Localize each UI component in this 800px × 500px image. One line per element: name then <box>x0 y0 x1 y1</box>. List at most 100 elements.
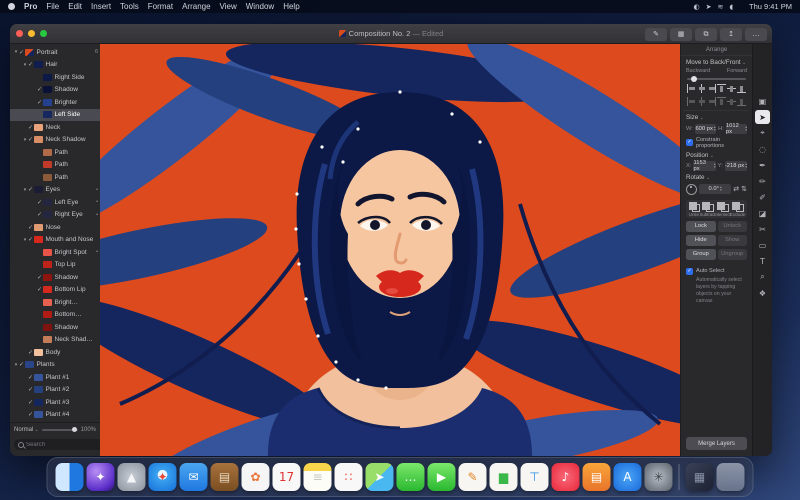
text-tool[interactable]: T <box>755 254 770 268</box>
auto-select-checkbox[interactable]: ✓ <box>686 268 693 275</box>
layer-row[interactable]: ✓ Path <box>10 146 100 159</box>
size-header[interactable]: Size <box>686 114 747 121</box>
layer-row[interactable]: ✓ Plant #3 <box>10 396 100 409</box>
zoom-button[interactable] <box>40 30 47 37</box>
menu-item[interactable]: Format <box>148 2 173 11</box>
width-stepper[interactable] <box>714 126 716 132</box>
width-field[interactable]: 600 px <box>695 124 716 134</box>
dock-reminders[interactable]: ∷ <box>335 463 363 491</box>
action-secondary-button[interactable]: Unlock <box>718 221 748 232</box>
dock-siri[interactable]: ✦ <box>87 463 115 491</box>
distribute-left-icon[interactable] <box>687 97 696 106</box>
layer-row[interactable]: ✓ Bright Spot • <box>10 246 100 259</box>
align-right-icon[interactable] <box>707 84 716 93</box>
layer-row[interactable]: ✓ Shadow <box>10 84 100 97</box>
y-field[interactable]: -218 px <box>725 161 747 171</box>
selection-tool[interactable]: ➤ <box>755 110 770 124</box>
distribute-right-icon[interactable] <box>707 97 716 106</box>
distribute-middle-icon[interactable] <box>727 97 736 106</box>
dock-calendar[interactable]: 17 <box>273 463 301 491</box>
dock-maps[interactable]: ➤ <box>366 463 394 491</box>
wifi-icon[interactable]: ≋ <box>717 3 723 11</box>
dock-photos[interactable]: ✿ <box>242 463 270 491</box>
x-stepper[interactable] <box>714 163 716 169</box>
layer-row[interactable]: ▾ ✓ Neck Shadow <box>10 134 100 147</box>
merge-layers-button[interactable]: Merge Layers <box>686 437 747 450</box>
dock-pages[interactable]: ✎ <box>459 463 487 491</box>
menu-item[interactable]: Edit <box>68 2 82 11</box>
dock-numbers[interactable]: ▆ <box>490 463 518 491</box>
layer-row[interactable]: ✓ Neck <box>10 121 100 134</box>
dock-safari[interactable]: ✦ <box>149 463 177 491</box>
layer-row[interactable]: ✓ Top Lip <box>10 259 100 272</box>
align-middle-icon[interactable] <box>727 84 736 93</box>
action-secondary-button[interactable]: Show <box>718 235 748 246</box>
siri-icon[interactable]: ◐ <box>693 3 699 11</box>
volume-icon[interactable]: ◖ <box>729 3 733 11</box>
x-field[interactable]: 1153 px <box>693 161 715 171</box>
hand-tool[interactable]: ❖ <box>755 286 770 300</box>
layer-row[interactable]: ✓ Shadow <box>10 321 100 334</box>
align-top-icon[interactable] <box>717 84 726 93</box>
boolean-op-button[interactable]: Subtract <box>700 202 715 217</box>
layer-row[interactable]: ✓ Right Eye • <box>10 209 100 222</box>
layer-row[interactable]: ✓ Bottom Lip <box>10 284 100 297</box>
search-box[interactable] <box>14 439 108 450</box>
distribute-bottom-icon[interactable] <box>737 97 746 106</box>
menu-item[interactable]: Tools <box>120 2 139 11</box>
share-button[interactable]: ↥ <box>720 28 742 41</box>
layout-button[interactable]: ▦ <box>670 28 692 41</box>
preview-button[interactable]: ⧉ <box>695 28 717 41</box>
minimize-button[interactable] <box>28 30 35 37</box>
angle-field[interactable]: 0.0° <box>699 184 731 194</box>
distribute-center-icon[interactable] <box>697 97 706 106</box>
constrain-checkbox[interactable]: ✓ <box>686 139 693 146</box>
layer-row[interactable]: ▾ ✓ Portrait 6 <box>10 46 100 59</box>
zoom-tool[interactable]: ⌕ <box>755 270 770 284</box>
angle-stepper[interactable] <box>720 186 722 192</box>
place-image-tool[interactable]: ▣ <box>755 94 770 108</box>
dock-finder[interactable] <box>56 463 84 491</box>
dock-messages[interactable]: … <box>397 463 425 491</box>
rotate-header[interactable]: Rotate <box>686 174 747 181</box>
opacity-slider[interactable] <box>42 429 78 431</box>
height-field[interactable]: 1012 px <box>726 124 747 134</box>
close-button[interactable] <box>16 30 23 37</box>
boolean-op-button[interactable]: Exclude <box>730 202 745 217</box>
layer-row[interactable]: ▾ ✓ Hair <box>10 59 100 72</box>
menu-item[interactable]: Arrange <box>182 2 210 11</box>
menu-item[interactable]: File <box>46 2 59 11</box>
dock-launchpad[interactable]: ▲ <box>118 463 146 491</box>
dock-music[interactable]: ♪ <box>552 463 580 491</box>
position-header[interactable]: Position <box>686 152 747 159</box>
action-primary-button[interactable]: Group <box>686 249 716 260</box>
order-slider-knob[interactable] <box>691 76 697 82</box>
layer-row[interactable]: ✓ Path <box>10 159 100 172</box>
eraser-tool[interactable]: ◪ <box>755 206 770 220</box>
layer-row[interactable]: ✓ Plant #4 <box>10 409 100 422</box>
more-button[interactable]: … <box>745 28 767 41</box>
layer-row[interactable]: ✓ Shadow <box>10 271 100 284</box>
layer-row[interactable]: ✓ Brighter <box>10 96 100 109</box>
align-bottom-icon[interactable] <box>737 84 746 93</box>
layer-row[interactable]: ✓ Right Side <box>10 71 100 84</box>
boolean-op-button[interactable]: Intersect <box>715 202 730 217</box>
clock[interactable]: Thu 9:41 PM <box>749 2 792 11</box>
apple-logo-icon[interactable] <box>8 3 15 10</box>
height-stepper[interactable] <box>745 126 747 132</box>
distribute-top-icon[interactable] <box>717 97 726 106</box>
y-stepper[interactable] <box>745 163 747 169</box>
pen-tool[interactable]: ✒ <box>755 158 770 172</box>
layer-row[interactable]: ✓ Left Side <box>10 109 100 122</box>
blend-mode-select[interactable]: Normal <box>14 427 39 433</box>
dock-mail[interactable]: ✉ <box>180 463 208 491</box>
scissors-tool[interactable]: ✂ <box>755 222 770 236</box>
action-primary-button[interactable]: Lock <box>686 221 716 232</box>
title-bar[interactable]: Composition No. 2 — Edited ✎▦⧉↥… <box>10 24 772 44</box>
shape-tool[interactable]: ▭ <box>755 238 770 252</box>
node-tool[interactable]: ⌖ <box>755 126 770 140</box>
layer-row[interactable]: ✓ Body <box>10 346 100 359</box>
dock-trash[interactable] <box>717 463 745 491</box>
app-menu[interactable]: Pro <box>24 2 37 11</box>
layer-row[interactable]: ✓ Plant #2 <box>10 384 100 397</box>
